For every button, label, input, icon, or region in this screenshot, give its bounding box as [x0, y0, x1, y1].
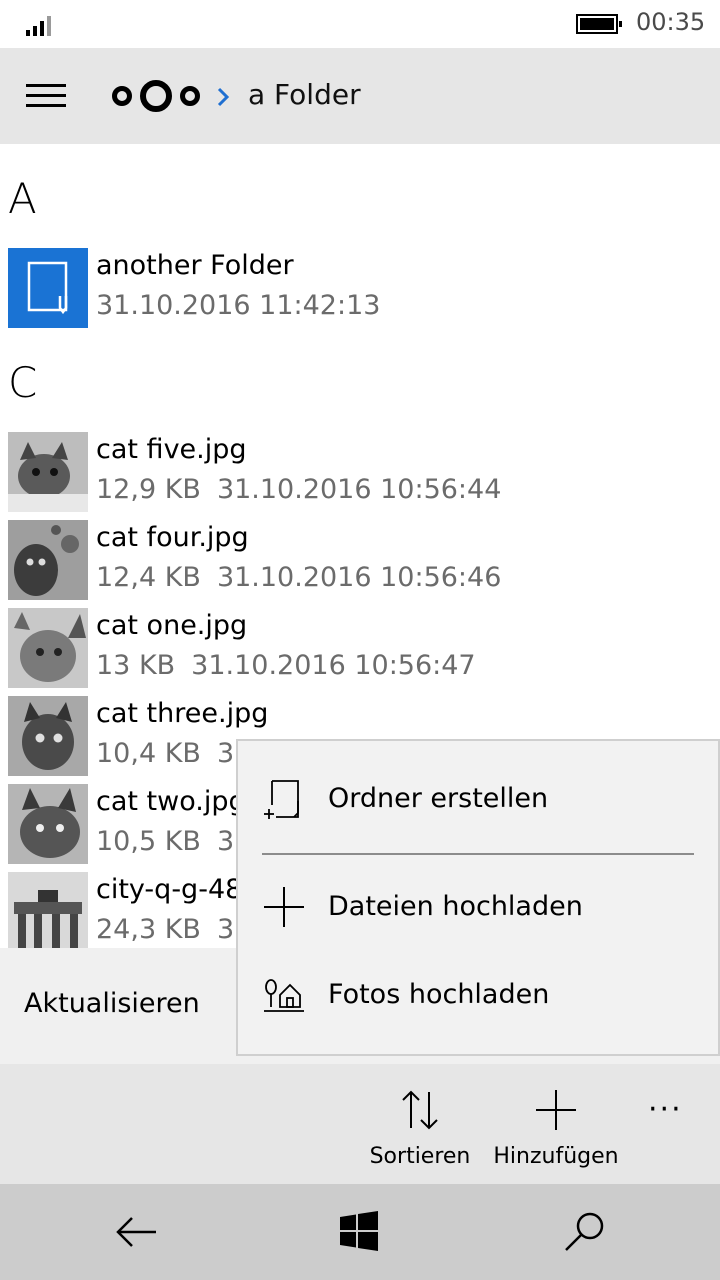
- image-thumbnail: [8, 696, 88, 776]
- menu-divider: [262, 853, 694, 855]
- item-meta: 10,4 KB 31: [96, 738, 251, 769]
- group-header-a[interactable]: A: [8, 174, 37, 223]
- item-name: city-q-g-48: [96, 874, 243, 905]
- upload-photos-item[interactable]: Fotos hochladen: [238, 953, 718, 1039]
- item-date: 31.10.2016 10:56:44: [216, 474, 502, 505]
- group-header-c[interactable]: C: [8, 358, 37, 407]
- breadcrumb-current-folder[interactable]: a Folder: [248, 78, 361, 111]
- sort-button[interactable]: Sortieren: [366, 1064, 474, 1184]
- refresh-button[interactable]: Aktualisieren: [24, 988, 200, 1019]
- windows-logo-icon[interactable]: [336, 1208, 384, 1256]
- list-item[interactable]: cat one.jpg 13 KB 31.10.2016 10:56:47: [0, 608, 720, 690]
- item-date: 31.10.2016 10:56:46: [216, 562, 502, 593]
- more-options-button[interactable]: ···: [648, 1092, 696, 1127]
- status-bar: 00:35: [0, 0, 720, 48]
- upload-photos-label: Fotos hochladen: [328, 979, 550, 1010]
- create-folder-item[interactable]: Ordner erstellen: [238, 757, 718, 843]
- item-name: cat five.jpg: [96, 434, 247, 465]
- search-icon[interactable]: [560, 1208, 608, 1256]
- sort-icon: [402, 1090, 438, 1130]
- add-label: Hinzufügen: [493, 1144, 619, 1169]
- item-meta: 24,3 KB 31: [96, 914, 251, 945]
- image-thumbnail: [8, 520, 88, 600]
- list-item[interactable]: cat four.jpg 12,4 KB 31.10.2016 10:56:46: [0, 520, 720, 602]
- hamburger-icon[interactable]: [24, 82, 68, 110]
- signal-icon: [26, 14, 56, 36]
- item-size: 24,3 KB: [96, 914, 201, 945]
- item-name: cat four.jpg: [96, 522, 249, 553]
- image-thumbnail: [8, 432, 88, 512]
- item-meta: 13 KB 31.10.2016 10:56:47: [96, 650, 476, 681]
- plus-icon: [264, 887, 304, 927]
- new-folder-icon: [264, 780, 299, 819]
- item-name: cat three.jpg: [96, 698, 269, 729]
- sort-label: Sortieren: [369, 1144, 471, 1169]
- item-date: 31.10.2016 10:56:47: [191, 650, 476, 681]
- back-arrow-icon[interactable]: [112, 1208, 160, 1256]
- upload-files-item[interactable]: Dateien hochladen: [238, 865, 718, 951]
- add-flyout-menu: Ordner erstellen Dateien hochladen Fotos…: [236, 739, 720, 1056]
- item-meta: 12,9 KB 31.10.2016 10:56:44: [96, 474, 501, 505]
- create-folder-label: Ordner erstellen: [328, 783, 549, 814]
- navigation-bar: [0, 1184, 720, 1280]
- item-size: 10,4 KB: [96, 738, 201, 769]
- photo-upload-icon: [264, 979, 304, 1012]
- item-size: 13 KB: [96, 650, 176, 681]
- nextcloud-logo[interactable]: [110, 76, 202, 116]
- folder-icon: [8, 248, 88, 328]
- item-name: cat one.jpg: [96, 610, 248, 641]
- image-thumbnail: [8, 784, 88, 864]
- list-item[interactable]: cat five.jpg 12,9 KB 31.10.2016 10:56:44: [0, 432, 720, 514]
- item-name: another Folder: [96, 250, 294, 281]
- add-button[interactable]: Hinzufügen: [492, 1064, 620, 1184]
- item-name: cat two.jpg: [96, 786, 246, 817]
- app-header: a Folder: [0, 48, 720, 144]
- item-meta: 31.10.2016 11:42:13: [96, 290, 380, 321]
- battery-icon: [576, 14, 622, 34]
- image-thumbnail: [8, 872, 88, 948]
- app-bar: Sortieren Hinzufügen ···: [0, 1064, 720, 1184]
- plus-icon: [536, 1090, 576, 1130]
- upload-files-label: Dateien hochladen: [328, 891, 583, 922]
- item-meta: 10,5 KB 31: [96, 826, 251, 857]
- item-size: 12,4 KB: [96, 562, 201, 593]
- list-item[interactable]: another Folder 31.10.2016 11:42:13: [0, 248, 720, 330]
- item-size: 12,9 KB: [96, 474, 201, 505]
- item-size: 10,5 KB: [96, 826, 201, 857]
- chevron-right-icon: [217, 87, 230, 107]
- image-thumbnail: [8, 608, 88, 688]
- clock: 00:35: [636, 8, 706, 36]
- item-meta: 12,4 KB 31.10.2016 10:56:46: [96, 562, 501, 593]
- item-date: 31.10.2016 11:42:13: [96, 290, 381, 321]
